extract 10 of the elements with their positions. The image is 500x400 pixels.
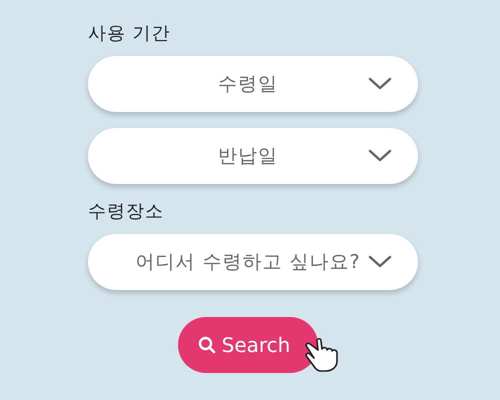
chevron-down-icon — [368, 255, 392, 269]
section-label: 사용 기간 — [88, 22, 172, 46]
section-label: 수령장소 — [88, 200, 165, 224]
search-button[interactable]: Search — [178, 317, 318, 373]
chevron-down-icon — [368, 77, 392, 91]
dropdown-select[interactable]: 어디서 수령하고 싶나요? — [88, 234, 418, 290]
chevron-down-icon — [368, 149, 392, 163]
dropdown-select[interactable]: 수령일 — [88, 56, 418, 112]
dropdown-select[interactable]: 반납일 — [88, 128, 418, 184]
search-icon — [198, 336, 216, 354]
